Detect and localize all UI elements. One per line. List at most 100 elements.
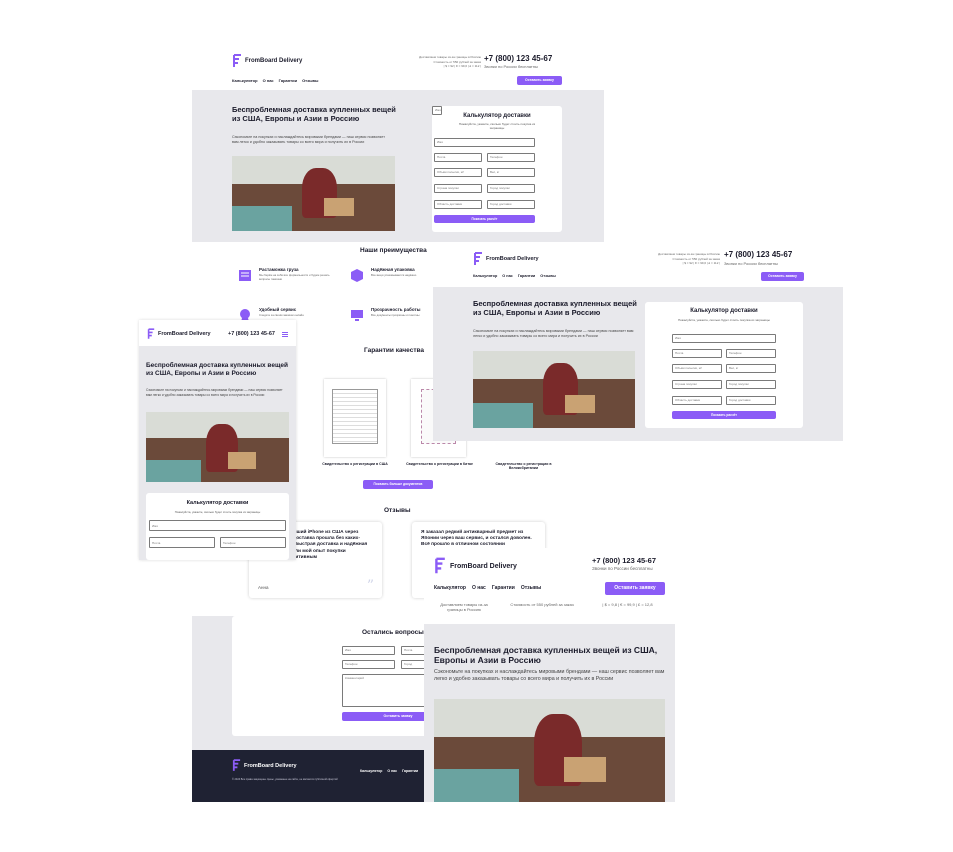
tablet-hero: Беспроблемная доставка купленных вещей и… [424,624,675,802]
advantage-text: Мы берём на себя все формальности и буде… [259,273,330,281]
hero-text: Сэкономьте на покупках и наслаждайтесь м… [232,135,385,144]
brand-logo[interactable]: FromBoard Delivery [232,54,302,68]
calc-region-field[interactable]: Область доставки [434,200,482,209]
calc-city-field[interactable]: Город покупки [726,380,776,389]
info-item: Стоимость от 550 рублей за заказ [510,602,574,607]
calc-email-field[interactable]: Почта [672,349,722,358]
nav-item-reviews[interactable]: Отзывы [302,78,318,83]
certificate-card[interactable] [324,379,386,457]
calc-volume-field[interactable]: Объём посылки, м³ [434,168,482,177]
reviews-title: Отзывы [384,507,411,514]
header-info-line: | $ = 92 | € = 99,6 | £ = 112 | [443,64,481,68]
cube-icon [239,270,251,281]
calc-weight-field[interactable]: Вес, кг [726,364,776,373]
footer-copyright: © 2024 Все права защищены. Цены, указанн… [232,778,338,781]
brand-name: FromBoard Delivery [450,562,517,570]
review-text: Я заказал редкий антикварный предмет из … [421,530,532,548]
medium-nav: Калькулятор О нас Гарантии Отзывы [473,274,556,278]
hero-text: Сэкономьте на покупках и наслаждайтесь м… [434,669,665,682]
header-cta-button[interactable]: Оставить заявку [761,272,804,281]
nav-item-about[interactable]: О нас [263,78,274,83]
more-documents-button[interactable]: Показать больше документов [363,480,433,489]
nav-item-about[interactable]: О нас [472,585,486,591]
calc-weight-field[interactable]: Вес, кг [487,168,535,177]
header-cta-button[interactable]: Оставить заявку [517,76,562,85]
calc-email-field[interactable]: Почта [149,537,215,548]
nav-item-guarantees[interactable]: Гарантии [492,585,515,591]
brand-logo[interactable]: FromBoard Delivery [147,328,211,340]
calc-submit-button[interactable]: Показать расчёт [434,215,535,223]
footer-nav-about[interactable]: О нас [387,769,397,773]
brand-name: FromBoard Delivery [486,256,539,262]
calc-name-field[interactable]: Имя [434,138,535,147]
logo-icon [474,252,482,265]
nav-item-calculator[interactable]: Калькулятор [473,274,497,278]
header-phone-note: Звонки по России бесплатны [724,261,778,266]
nav-item-reviews[interactable]: Отзывы [521,585,541,591]
hero-title: Беспроблемная доставка купленных вещей и… [434,645,658,665]
footer-brand: FromBoard Delivery [244,762,297,769]
calc-delivery-city-field[interactable]: Город доставки [487,200,535,209]
certificate-label: Свидетельство о регистрации в Китае [406,462,473,466]
calc-region-field[interactable]: Область доставки [672,396,722,405]
calculator-title: Калькулятор доставки [690,308,758,314]
brand-logo[interactable]: FromBoard Delivery [473,252,539,266]
nav-item-reviews[interactable]: Отзывы [540,274,556,278]
hero-photo [232,156,395,231]
calculator-subtitle: Пожалуйста, укажите, сколько будет стоит… [174,510,261,514]
menu-icon[interactable] [282,332,288,337]
nav-item-calculator[interactable]: Калькулятор [232,78,258,83]
calc-name-field[interactable]: Имя [672,334,776,343]
brand-logo[interactable]: FromBoard Delivery [434,556,517,576]
calc-country-field[interactable]: Страна покупки [434,184,482,193]
calc-phone-field[interactable]: Телефон [220,537,286,548]
info-item: Доставляем товары из-за границы в Россию [440,602,488,612]
tablet-info-bar: Доставляем товары из-за границы в Россию… [434,602,665,612]
header-phone-note: Звонки по России бесплатны [592,566,653,571]
hero-text: Сэкономьте на покупках и наслаждайтесь м… [473,329,634,338]
desktop-nav: Калькулятор О нас Гарантии Отзывы [232,78,318,83]
logo-icon [232,759,241,771]
calculator-title: Калькулятор доставки [186,500,249,506]
advantage-title: Прозрачность работы [371,307,421,312]
nav-item-guarantees[interactable]: Гарантии [518,274,535,278]
advantage-text: Все вещи упаковываются надёжно [371,273,417,277]
question-name-field[interactable]: Имя [342,646,395,655]
nav-item-calculator[interactable]: Калькулятор [434,585,466,591]
header-phone[interactable]: +7 (800) 123 45-67 [484,54,552,63]
calc-country-field[interactable]: Страна покупки [672,380,722,389]
footer-logo[interactable]: FromBoard Delivery [232,759,297,772]
question-phone-field[interactable]: Телефон [342,660,395,669]
calc-phone-field[interactable]: Телефон [487,153,535,162]
header-info: Доставляем товары из-за границы в Россию… [397,55,481,69]
certificate-label: Свидетельство о регистрации в США [322,462,388,466]
advantage-text: Следите за своим заказом онлайн [259,313,304,317]
medium-hero: Беспроблемная доставка купленных вещей и… [433,287,843,441]
footer-nav-calculator[interactable]: Калькулятор [360,769,382,773]
header-phone[interactable]: +7 (800) 123 45-67 [228,331,275,337]
calc-email-field[interactable]: Почта [434,153,482,162]
nav-item-about[interactable]: О нас [502,274,513,278]
header-phone[interactable]: +7 (800) 123 45-67 [592,556,656,565]
hero-photo [473,351,635,428]
calc-volume-field[interactable]: Объём посылки, м³ [672,364,722,373]
guarantee-title: Гарантии качества [364,347,425,354]
footer-nav-guarantees[interactable]: Гарантии [402,769,418,773]
calc-name-field[interactable]: Имя [149,520,286,531]
calc-city-field[interactable]: Город покупки [487,184,535,193]
tablet-page: FromBoard Delivery +7 (800) 123 45-67 Зв… [424,548,675,802]
calc-phone-field[interactable]: Телефон [726,349,776,358]
mobile-page: FromBoard Delivery +7 (800) 123 45-67 Бе… [139,320,296,560]
info-item: | $ = 9,8 | € = 99,9 | £ = 12,8 [602,602,653,607]
brand-name: FromBoard Delivery [158,331,211,337]
desktop-calc-inputs: Имя Почта Телефон Объём посылки, м³ Вес,… [432,106,562,232]
tablet-nav: Калькулятор О нас Гарантии Отзывы [434,585,541,591]
tablet-header: FromBoard Delivery +7 (800) 123 45-67 Зв… [424,548,675,626]
header-cta-button[interactable]: Оставить заявку [605,582,665,595]
nav-item-guarantees[interactable]: Гарантии [279,78,297,83]
header-phone[interactable]: +7 (800) 123 45-67 [724,250,792,259]
calc-delivery-city-field[interactable]: Город доставки [726,396,776,405]
calc-submit-button[interactable]: Показать расчёт [672,411,776,419]
desktop-header: FromBoard Delivery Доставляем товары из-… [192,46,604,90]
hero-photo [146,412,289,482]
